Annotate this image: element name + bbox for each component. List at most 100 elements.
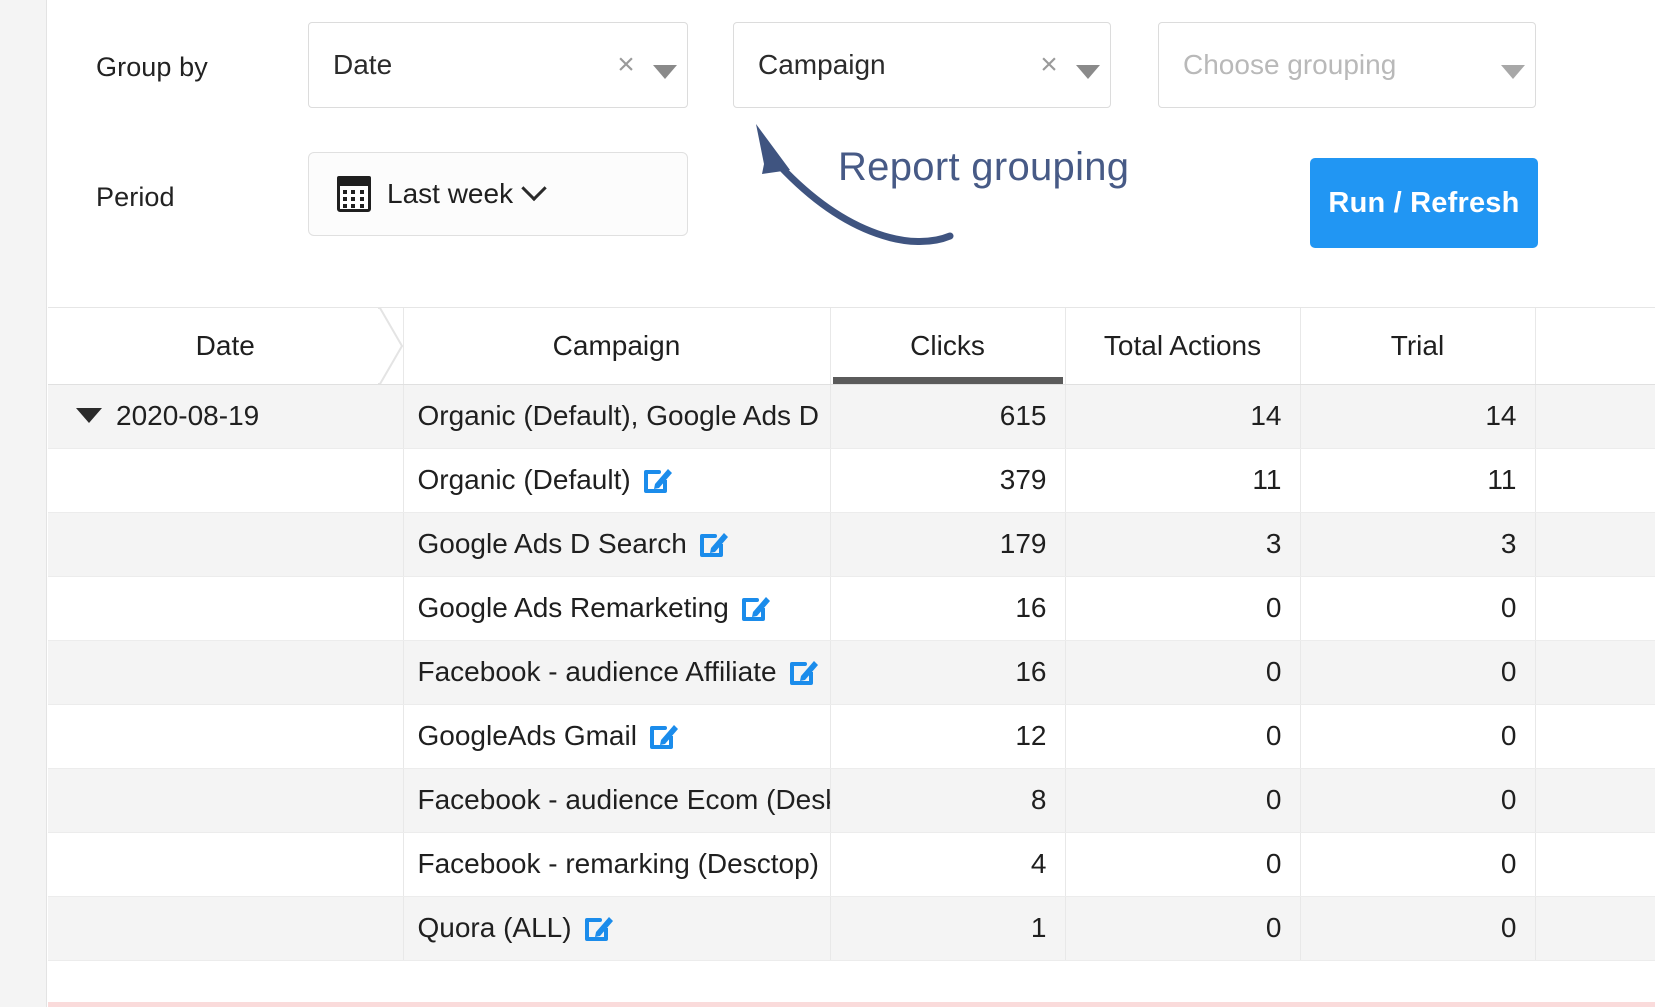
edit-pencil-icon[interactable] (789, 656, 819, 686)
edit-pencil-icon[interactable] (649, 720, 679, 750)
cell-date (48, 512, 403, 576)
cell-trial: 0 (1300, 704, 1535, 768)
cell-campaign-value: Google Ads D Search (418, 528, 687, 559)
cell-trial: 0 (1300, 768, 1535, 832)
cell-clicks: 615 (830, 384, 1065, 448)
cell-date (48, 448, 403, 512)
column-header-date-label: Date (196, 330, 255, 361)
cell-campaign-value: Facebook - audience Ecom (Desk (418, 784, 831, 815)
table-row[interactable]: 2020-08-19 Organic (Default), Google Ads … (48, 384, 1655, 448)
column-header-date[interactable]: Date (48, 308, 403, 384)
period-value: Last week (387, 178, 513, 210)
cell-overflow (1535, 832, 1655, 896)
column-header-clicks-label: Clicks (910, 330, 985, 361)
chevron-down-icon (521, 176, 546, 201)
cell-date (48, 704, 403, 768)
cell-total-actions: 0 (1065, 640, 1300, 704)
grouping-select-date[interactable]: Date × (308, 22, 688, 108)
clear-icon[interactable]: × (609, 50, 643, 80)
cell-campaign: Organic (Default) (403, 448, 830, 512)
grouping-select-campaign[interactable]: Campaign × (733, 22, 1111, 108)
column-header-campaign-label: Campaign (553, 330, 681, 361)
column-header-clicks[interactable]: Clicks (830, 308, 1065, 384)
edit-pencil-icon[interactable] (643, 464, 673, 494)
cell-trial: 11 (1300, 448, 1535, 512)
cell-date (48, 640, 403, 704)
cell-campaign: Google Ads D Search (403, 512, 830, 576)
table-row[interactable]: GoogleAds Gmail1200 (48, 704, 1655, 768)
cell-clicks: 379 (830, 448, 1065, 512)
clear-icon[interactable]: × (1032, 50, 1066, 80)
table-row[interactable]: Google Ads Remarketing1600 (48, 576, 1655, 640)
cell-date (48, 832, 403, 896)
period-label: Period (96, 182, 175, 213)
cell-total-actions: 14 (1065, 384, 1300, 448)
table-row[interactable]: Quora (ALL)100 (48, 896, 1655, 960)
cell-overflow (1535, 512, 1655, 576)
column-header-trial-label: Trial (1391, 330, 1444, 361)
cell-total-actions: 0 (1065, 896, 1300, 960)
cell-campaign-value: Google Ads Remarketing (418, 592, 729, 623)
column-header-total-actions[interactable]: Total Actions (1065, 308, 1300, 384)
cell-campaign-value: Quora (ALL) (418, 912, 572, 943)
group-by-label: Group by (96, 52, 208, 83)
grouping-select-date-value: Date (309, 49, 609, 81)
cell-campaign: Quora (ALL) (403, 896, 830, 960)
cell-overflow (1535, 448, 1655, 512)
cell-clicks: 16 (830, 640, 1065, 704)
column-header-campaign[interactable]: Campaign (403, 308, 830, 384)
cell-clicks: 8 (830, 768, 1065, 832)
cell-total-actions: 3 (1065, 512, 1300, 576)
cell-overflow (1535, 640, 1655, 704)
cell-campaign: Facebook - remarking (Desctop) (403, 832, 830, 896)
bottom-accent-line (48, 1002, 1655, 1007)
cell-campaign: GoogleAds Gmail (403, 704, 830, 768)
cell-campaign: Organic (Default), Google Ads D (403, 384, 830, 448)
cell-campaign: Facebook - audience Affiliate (403, 640, 830, 704)
left-gutter (0, 0, 47, 1007)
cell-overflow (1535, 896, 1655, 960)
run-refresh-button[interactable]: Run / Refresh (1310, 158, 1538, 248)
table-body: 2020-08-19 Organic (Default), Google Ads … (48, 384, 1655, 960)
cell-total-actions: 0 (1065, 704, 1300, 768)
column-divider-notch (378, 308, 404, 384)
cell-total-actions: 0 (1065, 832, 1300, 896)
cell-campaign-value: Organic (Default), Google Ads D (418, 400, 820, 431)
table-row[interactable]: Google Ads D Search17933 (48, 512, 1655, 576)
cell-date (48, 768, 403, 832)
cell-trial: 0 (1300, 832, 1535, 896)
cell-clicks: 4 (830, 832, 1065, 896)
cell-clicks: 12 (830, 704, 1065, 768)
cell-clicks: 1 (830, 896, 1065, 960)
edit-pencil-icon[interactable] (699, 528, 729, 558)
table-row[interactable]: Facebook - remarking (Desctop)400 (48, 832, 1655, 896)
period-picker-button[interactable]: Last week (308, 152, 688, 236)
table-row[interactable]: Organic (Default)3791111 (48, 448, 1655, 512)
cell-trial: 3 (1300, 512, 1535, 576)
cell-trial: 14 (1300, 384, 1535, 448)
report-table: Date Campaign Clicks Tota (48, 308, 1655, 961)
cell-clicks: 179 (830, 512, 1065, 576)
chevron-down-icon[interactable] (643, 51, 687, 79)
grouping-select-empty[interactable]: Choose grouping (1158, 22, 1536, 108)
cell-campaign: Facebook - audience Ecom (Desk (403, 768, 830, 832)
cell-overflow (1535, 576, 1655, 640)
cell-campaign-value: Organic (Default) (418, 464, 631, 495)
cell-date (48, 576, 403, 640)
cell-campaign-value: Facebook - audience Affiliate (418, 656, 777, 687)
cell-campaign-value: Facebook - remarking (Desctop) (418, 848, 819, 879)
cell-date-value: 2020-08-19 (116, 400, 259, 431)
column-header-total-actions-label: Total Actions (1104, 330, 1261, 361)
edit-pencil-icon[interactable] (584, 912, 614, 942)
cell-overflow (1535, 384, 1655, 448)
table-row[interactable]: Facebook - audience Ecom (Desk800 (48, 768, 1655, 832)
cell-trial: 0 (1300, 576, 1535, 640)
table-row[interactable]: Facebook - audience Affiliate1600 (48, 640, 1655, 704)
expand-collapse-triangle-icon[interactable] (76, 408, 102, 423)
cell-total-actions: 0 (1065, 768, 1300, 832)
column-header-trial[interactable]: Trial (1300, 308, 1535, 384)
cell-clicks: 16 (830, 576, 1065, 640)
chevron-down-icon[interactable] (1066, 51, 1110, 79)
edit-pencil-icon[interactable] (741, 592, 771, 622)
chevron-down-icon[interactable] (1491, 51, 1535, 79)
